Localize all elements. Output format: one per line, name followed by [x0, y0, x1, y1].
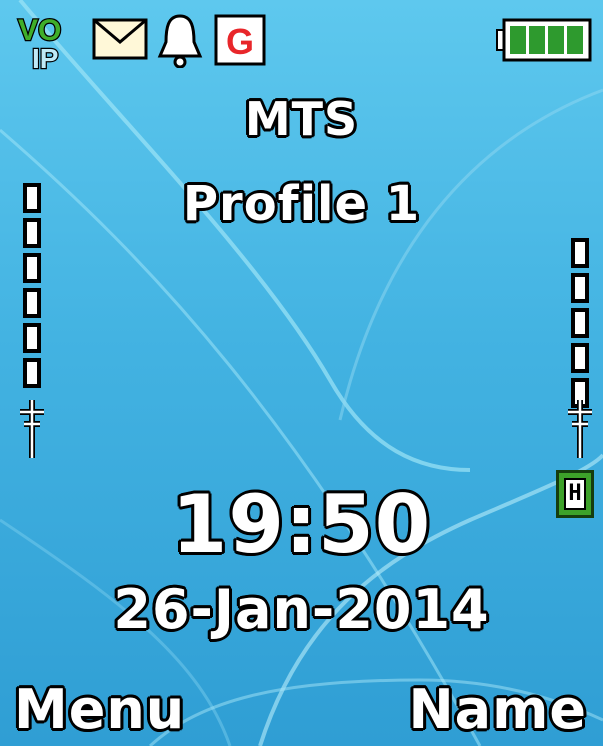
bell-icon — [157, 14, 203, 68]
signal-bars-sim1 — [23, 183, 41, 388]
phone-home-screen: VO IP G MTS Profile 1 H 19:50 26-Jan-201… — [0, 0, 603, 746]
profile-name: Profile 1 — [182, 176, 421, 232]
signal-strength-sim2 — [568, 238, 592, 458]
clock: 19:50 — [171, 478, 432, 571]
voip-text-bottom: IP — [32, 43, 58, 70]
signal-strength-sim1 — [20, 183, 44, 458]
mail-icon — [92, 18, 148, 60]
battery-icon — [496, 18, 592, 62]
gprs-letter: G — [226, 21, 254, 62]
voip-icon: VO IP — [17, 13, 63, 70]
menu-softkey[interactable]: Menu — [14, 678, 185, 741]
gprs-icon: G — [214, 14, 266, 66]
signal-bars-sim2 — [571, 238, 589, 408]
date: 26-Jan-2014 — [113, 578, 490, 641]
name-softkey[interactable]: Name — [408, 678, 587, 741]
operator-name: MTS — [244, 92, 359, 146]
